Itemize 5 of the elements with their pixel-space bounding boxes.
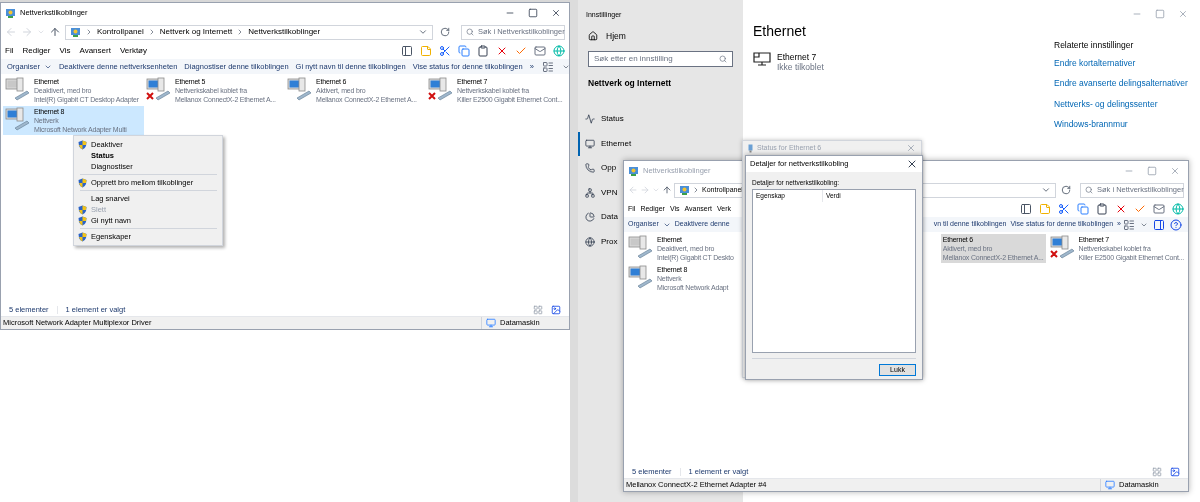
connection-status: Ikke tilkoblet: [777, 62, 824, 72]
connection-name: Ethernet 7: [777, 52, 818, 62]
section-heading: Nettverk og Internett: [587, 77, 673, 90]
related-heading: Relaterte innstillinger: [1054, 39, 1135, 52]
page-heading: Ethernet: [753, 22, 807, 41]
